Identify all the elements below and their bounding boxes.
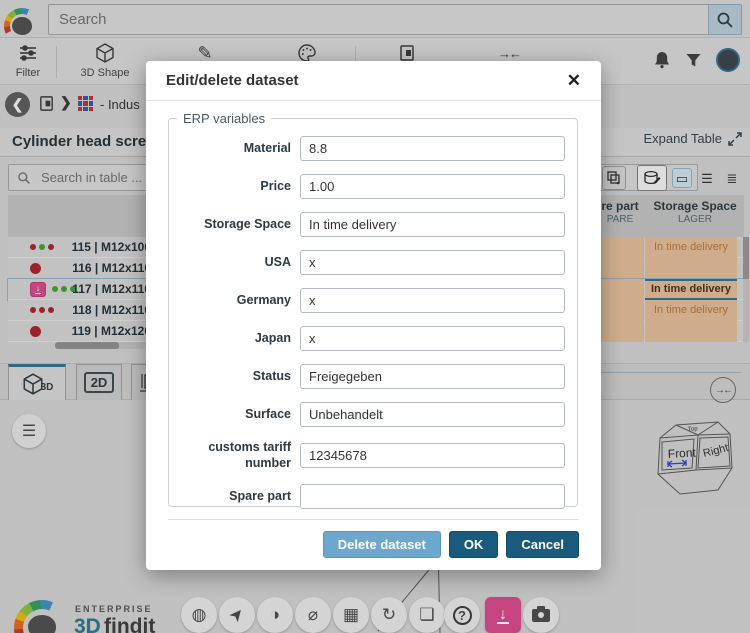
field-input-status[interactable] (300, 364, 565, 389)
field-label-status: Status (252, 368, 291, 383)
field-label-surface: Surface (245, 406, 291, 421)
field-input-usa[interactable] (300, 250, 565, 275)
field-input-japan[interactable] (300, 326, 565, 351)
erp-field-row: Price (169, 174, 565, 199)
field-label-germany: Germany (236, 292, 291, 307)
app-window: Filter 3D Shape ✎ →← (0, 0, 750, 633)
erp-variables-fieldset: ERP variables Material Price Storage Space… (168, 111, 578, 510)
field-input-spare-part[interactable] (300, 484, 565, 510)
erp-field-row: Storage Space (169, 212, 565, 237)
field-label-japan: Japan (254, 330, 291, 345)
erp-field-row: Status (169, 364, 565, 389)
erp-field-row: Japan (169, 326, 565, 351)
field-label-customs-tariff-number: customs tariff number (208, 440, 291, 470)
erp-field-row: Germany (169, 288, 565, 313)
field-input-germany[interactable] (300, 288, 565, 313)
dialog-title: Edit/delete dataset (166, 72, 299, 89)
field-input-storage-space[interactable] (300, 212, 565, 237)
field-input-customs-tariff-number[interactable] (300, 443, 565, 469)
erp-field-row: USA (169, 250, 565, 275)
cancel-button[interactable]: Cancel (506, 531, 579, 558)
field-input-price[interactable] (300, 174, 565, 199)
edit-delete-dataset-dialog: Edit/delete dataset ✕ ERP variables Mate… (146, 61, 601, 570)
field-label-material: Material (243, 140, 291, 155)
close-icon[interactable]: ✕ (567, 72, 581, 89)
fieldset-legend: ERP variables (183, 111, 266, 126)
erp-field-row: Surface (169, 402, 565, 427)
field-input-surface[interactable] (300, 402, 565, 427)
field-label-price: Price (260, 178, 291, 193)
dialog-divider (168, 519, 579, 520)
field-input-material[interactable] (300, 136, 565, 161)
field-label-usa: USA (264, 254, 291, 269)
delete-dataset-button[interactable]: Delete dataset (322, 531, 441, 558)
erp-field-row: Material (169, 136, 565, 161)
field-label-spare-part: Spare part (229, 488, 291, 503)
field-label-storage-space: Storage Space (204, 216, 291, 231)
erp-field-row: Spare part (169, 484, 565, 510)
ok-button[interactable]: OK (448, 531, 499, 558)
erp-field-row: customs tariff number (169, 440, 565, 471)
